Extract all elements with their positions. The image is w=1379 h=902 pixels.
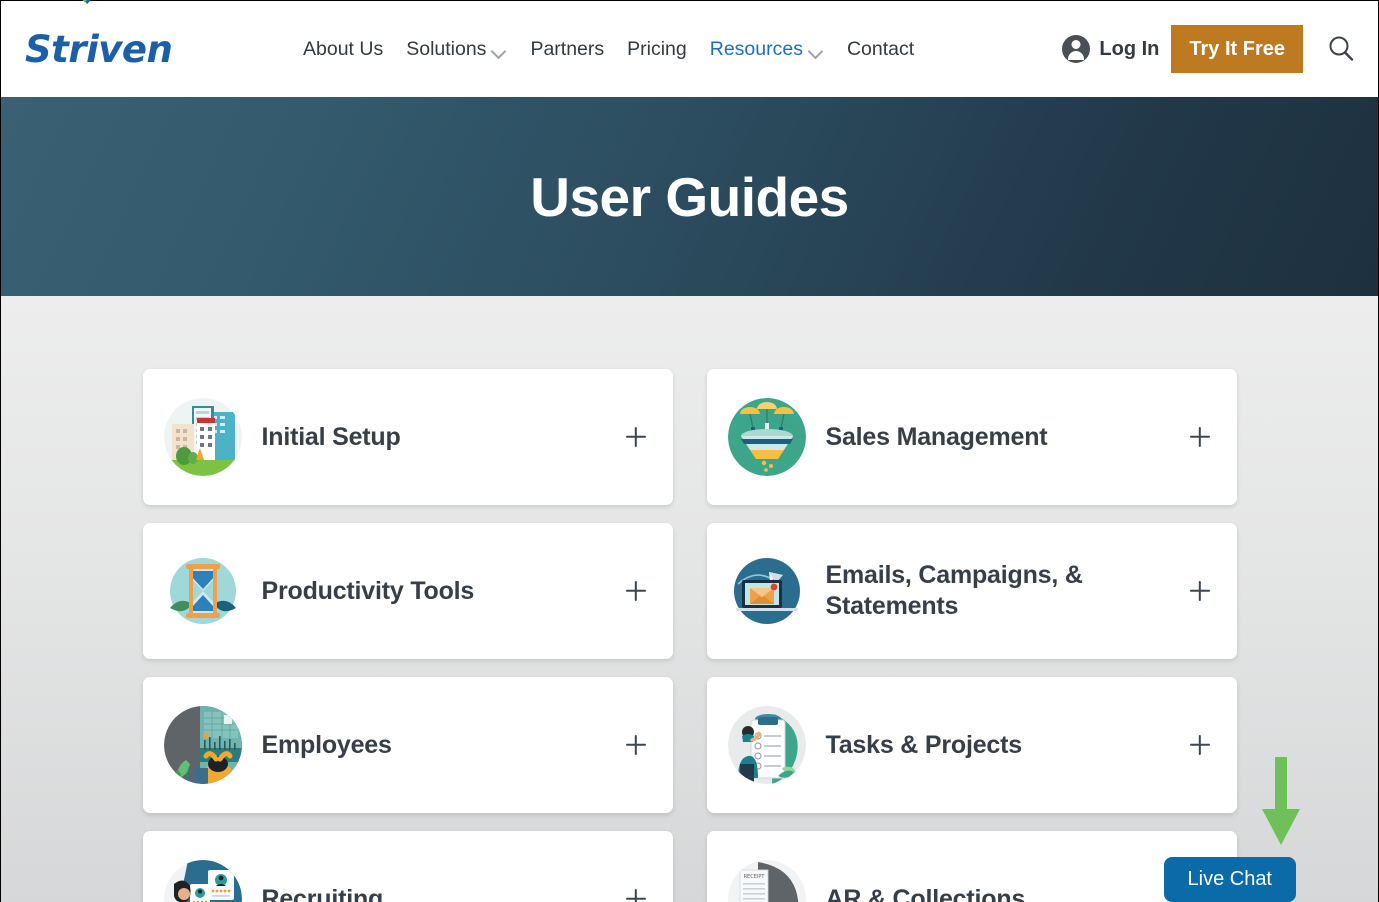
login-label: Log In xyxy=(1099,37,1160,60)
guide-card-title: Recruiting xyxy=(261,884,384,902)
nav-item-resources[interactable]: Resources xyxy=(710,38,824,61)
site-logo[interactable]: Striven xyxy=(25,0,255,71)
clipboard-checklist-icon xyxy=(727,706,806,784)
nav-label: About Us xyxy=(303,37,384,60)
nav-label: Partners xyxy=(530,37,605,60)
guide-card-recruiting[interactable]: Recruiting xyxy=(142,831,673,902)
page-content: Initial Setup Sales Management Productiv… xyxy=(1,296,1378,902)
try-it-free-button[interactable]: Try It Free xyxy=(1171,25,1303,73)
sales-funnel-icon xyxy=(727,398,806,476)
nav-item-partners[interactable]: Partners xyxy=(530,38,604,61)
header-actions: Log In Try It Free xyxy=(1062,1,1378,97)
nav-label: Resources xyxy=(709,37,803,60)
chevron-down-icon xyxy=(809,46,824,55)
hero-banner: User Guides xyxy=(1,97,1378,321)
guide-card-initial-setup[interactable]: Initial Setup xyxy=(142,369,673,505)
expand-plus-icon[interactable] xyxy=(626,581,646,601)
chevron-down-icon xyxy=(492,46,507,55)
site-header: Striven About Us Solutions Partners Pric… xyxy=(1,0,1378,97)
logo-wordmark: Striven xyxy=(25,27,173,71)
guide-card-ar-collections[interactable]: RECEIPT AR & Collections xyxy=(706,831,1237,902)
city-buildings-icon xyxy=(163,398,242,476)
search-icon xyxy=(1329,36,1353,61)
search-button[interactable] xyxy=(1303,1,1378,97)
diamond-logo-mark-icon xyxy=(79,0,93,4)
guide-card-productivity-tools[interactable]: Productivity Tools xyxy=(142,523,673,659)
receipt-money-icon: RECEIPT xyxy=(727,860,806,902)
nav-label: Solutions xyxy=(406,37,487,60)
expand-plus-icon[interactable] xyxy=(1190,735,1210,755)
guide-card-sales-management[interactable]: Sales Management xyxy=(706,369,1237,505)
user-circle-icon xyxy=(1062,35,1091,63)
guide-card-tasks-projects[interactable]: Tasks & Projects xyxy=(706,677,1237,813)
login-link[interactable]: Log In xyxy=(1062,35,1159,63)
expand-plus-icon[interactable] xyxy=(626,427,646,447)
guide-card-title: Emails, Campaigns, & Statements xyxy=(825,561,1083,620)
expand-plus-icon[interactable] xyxy=(626,889,646,902)
nav-label: Pricing xyxy=(627,37,687,60)
user-guides-grid: Initial Setup Sales Management Productiv… xyxy=(142,296,1237,902)
nav-label: Contact xyxy=(846,37,915,60)
employee-desk-icon xyxy=(163,706,242,784)
guide-card-title: Sales Management xyxy=(825,422,1048,451)
laptop-envelope-icon xyxy=(728,552,806,630)
page-title: User Guides xyxy=(530,165,849,228)
hourglass-icon xyxy=(164,552,242,630)
nav-item-contact[interactable]: Contact xyxy=(847,38,914,61)
expand-plus-icon[interactable] xyxy=(626,735,646,755)
down-arrow-annotation-icon xyxy=(1262,757,1300,845)
guide-card-title: Initial Setup xyxy=(261,422,401,451)
guide-card-emails-campaigns-statements[interactable]: Emails, Campaigns, & Statements xyxy=(706,523,1237,659)
main-navigation: About Us Solutions Partners Pricing Reso… xyxy=(303,38,914,61)
expand-plus-icon[interactable] xyxy=(1190,427,1210,447)
guide-card-title: Productivity Tools xyxy=(261,576,475,605)
resume-board-icon xyxy=(163,860,242,902)
guide-card-title: AR & Collections xyxy=(825,884,1026,902)
live-chat-button[interactable]: Live Chat xyxy=(1163,857,1296,902)
expand-plus-icon[interactable] xyxy=(1190,581,1210,601)
guide-card-employees[interactable]: Employees xyxy=(142,677,673,813)
nav-item-about-us[interactable]: About Us xyxy=(303,38,383,61)
guide-card-title: Employees xyxy=(261,730,392,759)
guide-card-title: Tasks & Projects xyxy=(825,730,1023,759)
nav-item-pricing[interactable]: Pricing xyxy=(627,38,687,61)
svg-text:RECEIPT: RECEIPT xyxy=(743,874,765,880)
nav-item-solutions[interactable]: Solutions xyxy=(406,38,507,61)
